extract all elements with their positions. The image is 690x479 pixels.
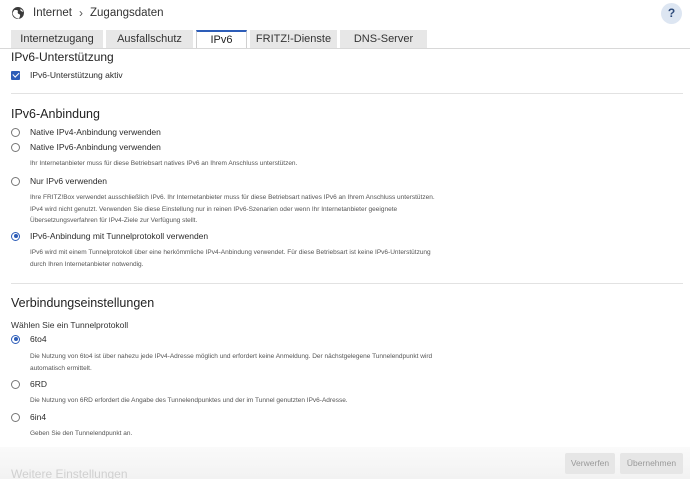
option-description: IPv6 wird mit einem Tunnelprotokoll über… <box>30 249 431 268</box>
radio-icon[interactable] <box>11 379 20 389</box>
radio-label: Nur IPv6 verwenden <box>30 176 108 186</box>
radio-6to4[interactable]: 6to4 <box>11 334 47 344</box>
tab-fritz-dienste[interactable]: FRITZ!-Dienste <box>250 30 337 49</box>
apply-button[interactable]: Übernehmen <box>620 453 683 474</box>
radio-selected-icon[interactable] <box>11 231 20 241</box>
radio-label: 6RD <box>30 379 48 389</box>
radio-ipv6-tunnel[interactable]: IPv6-Anbindung mit Tunnelprotokoll verwe… <box>11 231 208 241</box>
radio-label: Native IPv4-Anbindung verwenden <box>30 127 161 137</box>
tab-bar: Internetzugang Ausfallschutz IPv6 FRITZ!… <box>11 30 430 49</box>
tab-divider <box>0 48 690 49</box>
option-description: Ihre FRITZ!Box verwendet ausschließlich … <box>30 194 435 224</box>
option-description: Ihr Internetanbieter muss für diese Betr… <box>30 160 298 167</box>
breadcrumb-zugangsdaten: Zugangsdaten <box>90 7 164 19</box>
tab-internetzugang[interactable]: Internetzugang <box>11 30 103 49</box>
radio-icon[interactable] <box>11 176 20 186</box>
breadcrumb: Internet › Zugangsdaten <box>33 6 164 20</box>
breadcrumb-internet[interactable]: Internet <box>33 7 72 19</box>
header: Internet › Zugangsdaten ? <box>0 0 690 28</box>
radio-label: Native IPv6-Anbindung verwenden <box>30 142 161 152</box>
ipv6-support-checkbox[interactable]: IPv6-Unterstützung aktiv <box>11 70 123 80</box>
radio-icon[interactable] <box>11 412 20 422</box>
globe-icon <box>12 7 24 19</box>
ipv6-support-label: IPv6-Unterstützung aktiv <box>30 70 123 80</box>
checkbox-checked-icon[interactable] <box>11 70 20 80</box>
discard-button[interactable]: Verwerfen <box>565 453 615 474</box>
tunnel-protocol-label: Wählen Sie ein Tunnelprotokoll <box>11 320 129 330</box>
tab-dns-server[interactable]: DNS-Server <box>340 30 427 49</box>
protocol-description: Geben Sie den Tunnelendpunkt an. <box>30 430 133 437</box>
radio-selected-icon[interactable] <box>11 334 20 344</box>
tab-ipv6[interactable]: IPv6 <box>196 30 247 49</box>
section-title-connection: IPv6-Anbindung <box>11 107 100 121</box>
section-divider <box>11 93 683 94</box>
radio-native-ipv4[interactable]: Native IPv4-Anbindung verwenden <box>11 127 161 137</box>
radio-native-ipv6[interactable]: Native IPv6-Anbindung verwenden <box>11 142 161 152</box>
radio-label: IPv6-Anbindung mit Tunnelprotokoll verwe… <box>30 231 209 241</box>
radio-icon[interactable] <box>11 142 20 152</box>
protocol-description: Die Nutzung von 6to4 ist über nahezu jed… <box>30 353 433 372</box>
radio-label: 6in4 <box>30 412 47 422</box>
radio-label: 6to4 <box>30 334 47 344</box>
chevron-right-icon: › <box>79 6 83 20</box>
radio-6in4[interactable]: 6in4 <box>11 412 46 422</box>
section-divider <box>11 283 683 284</box>
tab-ausfallschutz[interactable]: Ausfallschutz <box>106 30 193 49</box>
radio-ipv6-only[interactable]: Nur IPv6 verwenden <box>11 176 107 186</box>
section-title-support: IPv6-Unterstützung <box>11 50 114 64</box>
section-title-settings: Verbindungseinstellungen <box>11 296 155 310</box>
protocol-description: Die Nutzung von 6RD erfordert die Angabe… <box>30 397 348 404</box>
section-title-further: Weitere Einstellungen <box>11 467 128 479</box>
radio-6rd[interactable]: 6RD <box>11 379 47 389</box>
help-icon[interactable]: ? <box>661 3 682 24</box>
radio-icon[interactable] <box>11 127 20 137</box>
